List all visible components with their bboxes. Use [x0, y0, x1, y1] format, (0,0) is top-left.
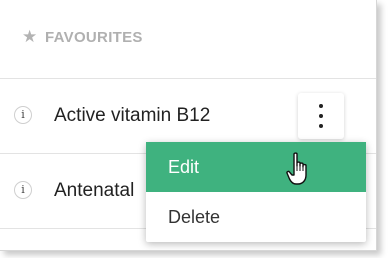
info-icon[interactable]: i [14, 181, 32, 199]
vertical-dots-icon [319, 114, 323, 118]
list-item-label[interactable]: Active vitamin B12 [54, 105, 210, 127]
vertical-dots-icon [319, 124, 323, 128]
list-item-label[interactable]: Antenatal [54, 180, 134, 202]
hand-pointer-icon [286, 152, 307, 185]
favourites-header: ★ FAVOURITES [0, 0, 376, 79]
vertical-dots-icon [319, 104, 323, 108]
context-menu: Edit Delete [146, 142, 366, 242]
menu-item-edit[interactable]: Edit [146, 142, 366, 192]
more-options-button[interactable] [298, 93, 344, 139]
menu-item-delete[interactable]: Delete [146, 192, 366, 242]
favourites-panel: ★ FAVOURITES i Active vitamin B12 i Ante… [0, 0, 377, 251]
star-icon: ★ [22, 27, 38, 46]
favourites-title: FAVOURITES [45, 29, 143, 46]
info-icon[interactable]: i [14, 106, 32, 124]
